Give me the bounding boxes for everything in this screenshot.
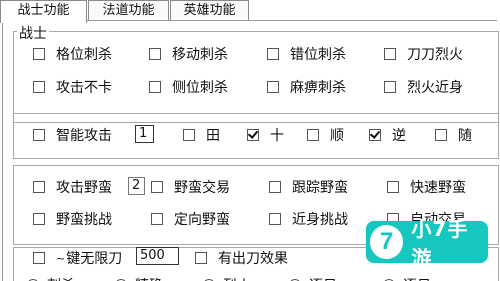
checkbox-side-stab[interactable]: 侧位刺杀: [149, 77, 228, 97]
checkbox-paralysis-stab[interactable]: 麻痹刺杀: [267, 77, 346, 97]
smart-attack-count-input[interactable]: 1: [135, 125, 154, 143]
checkbox-box[interactable]: [33, 81, 45, 93]
checkbox-pattern-sui[interactable]: 随: [435, 125, 472, 145]
tab-warrior[interactable]: 战士功能: [0, 0, 87, 23]
checkbox-pattern-shun[interactable]: 顺: [307, 125, 344, 145]
checkbox-box[interactable]: [269, 181, 281, 193]
checkbox-barbarian-challenge[interactable]: 野蛮挑战: [33, 209, 112, 229]
checkbox-box[interactable]: [384, 48, 396, 60]
watermark-logo: 7 小7手游: [366, 217, 488, 270]
radio-chase-sun-2[interactable]: 逐日: [383, 275, 431, 281]
checkbox-box[interactable]: [149, 81, 161, 93]
checkbox-box[interactable]: [267, 48, 279, 60]
checkbox-pattern-tian[interactable]: 田: [183, 125, 220, 145]
checkbox-box[interactable]: [369, 129, 381, 141]
checkbox-box[interactable]: [33, 48, 45, 60]
checkbox-box[interactable]: [149, 48, 161, 60]
checkbox-box[interactable]: [151, 181, 163, 193]
checkbox-box[interactable]: [33, 129, 45, 141]
checkbox-box[interactable]: [183, 129, 195, 141]
checkbox-flaming-blade[interactable]: 刀刀烈火: [384, 44, 463, 64]
blade-count-input[interactable]: 500: [136, 247, 179, 265]
seven-logo-icon: 7: [370, 225, 404, 259]
warrior-group-title: 战士: [17, 23, 49, 43]
checkbox-track-barbarian[interactable]: 跟踪野蛮: [269, 177, 348, 197]
tab-mage-taoist[interactable]: 法道功能: [88, 0, 169, 21]
checkbox-blade-effect[interactable]: 有出刀效果: [195, 248, 288, 268]
checkbox-box[interactable]: [384, 81, 396, 93]
checkbox-move-stab[interactable]: 移动刺杀: [149, 44, 228, 64]
checkbox-box[interactable]: [151, 213, 163, 225]
checkbox-grid-stab[interactable]: 格位刺杀: [33, 44, 112, 64]
checkbox-fast-barbarian[interactable]: 快速野蛮: [387, 177, 466, 197]
tab-hero[interactable]: 英雄功能: [170, 0, 249, 21]
checkbox-barbarian-trade[interactable]: 野蛮交易: [151, 177, 230, 197]
checkbox-attack-barbarian[interactable]: 攻击野蛮: [33, 177, 112, 197]
checkbox-box[interactable]: [387, 181, 399, 193]
tab-bar: 战士功能 法道功能 英雄功能: [0, 0, 500, 23]
checkbox-box[interactable]: [33, 252, 45, 264]
checkbox-offset-stab[interactable]: 错位刺杀: [267, 44, 346, 64]
watermark-text: 小7手游: [411, 217, 469, 270]
checkbox-unlimited-blade[interactable]: ~ 键无限刀: [33, 248, 122, 268]
radio-flame[interactable]: 烈火: [203, 275, 251, 281]
checkbox-box[interactable]: [33, 181, 45, 193]
checkbox-box[interactable]: [247, 129, 259, 141]
game-assist-window: 战士功能 法道功能 英雄功能 战士 格位刺杀 移动刺杀 错位刺杀 刀刀烈火 攻击…: [0, 0, 500, 281]
barbarian-count-input[interactable]: 2: [128, 177, 145, 195]
checkbox-pattern-ni[interactable]: 逆: [369, 125, 406, 145]
checkbox-pattern-shi[interactable]: 十: [247, 125, 284, 145]
checkbox-attack-no-lag[interactable]: 攻击不卡: [33, 77, 112, 97]
checkbox-directed-barbarian[interactable]: 定向野蛮: [151, 209, 230, 229]
checkbox-close-challenge[interactable]: 近身挑战: [269, 209, 348, 229]
radio-precise[interactable]: 精确: [115, 275, 163, 281]
checkbox-box[interactable]: [195, 252, 207, 264]
checkbox-flame-close[interactable]: 烈火近身: [384, 77, 463, 97]
checkbox-smart-attack[interactable]: 智能攻击: [33, 125, 112, 145]
checkbox-box[interactable]: [435, 129, 447, 141]
checkbox-box[interactable]: [267, 81, 279, 93]
radio-chase-sun[interactable]: 逐日: [289, 275, 337, 281]
checkbox-box[interactable]: [307, 129, 319, 141]
checkbox-box[interactable]: [33, 213, 45, 225]
radio-assassinate[interactable]: 刺杀: [27, 275, 75, 281]
checkbox-box[interactable]: [269, 213, 281, 225]
